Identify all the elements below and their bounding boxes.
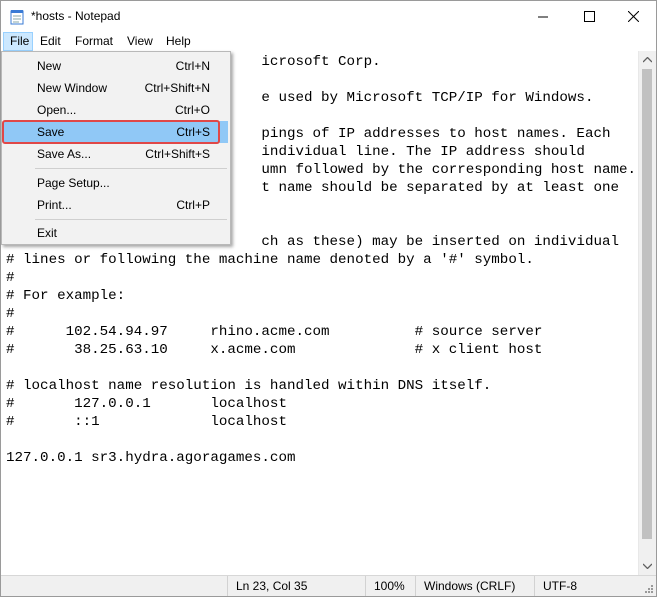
menu-item-shortcut: Ctrl+N <box>175 59 210 73</box>
menu-item-print[interactable]: Print... Ctrl+P <box>4 194 228 216</box>
menu-item-shortcut: Ctrl+P <box>176 198 210 212</box>
cursor-position: Ln 23, Col 35 <box>236 579 308 593</box>
menu-item-label: Open... <box>37 103 77 117</box>
notepad-icon <box>10 10 24 25</box>
resize-grip-icon[interactable] <box>644 584 654 594</box>
menu-item-shortcut: Ctrl+Shift+N <box>144 81 210 95</box>
minimize-button[interactable] <box>520 1 566 32</box>
menu-item-label: Print... <box>37 198 72 212</box>
encoding: UTF-8 <box>543 579 577 593</box>
line-ending: Windows (CRLF) <box>424 579 516 593</box>
menu-separator <box>35 219 227 220</box>
scrollbar-thumb[interactable] <box>642 69 652 539</box>
status-divider <box>534 576 535 596</box>
scroll-down-icon[interactable] <box>643 563 652 569</box>
menu-item-new-window[interactable]: New Window Ctrl+Shift+N <box>4 77 228 99</box>
menu-format[interactable]: Format <box>69 32 119 51</box>
menu-item-shortcut: Ctrl+Shift+S <box>145 147 210 161</box>
menu-edit[interactable]: Edit <box>34 32 67 51</box>
minimize-icon <box>537 16 548 18</box>
menu-item-label: Save As... <box>37 147 92 161</box>
maximize-icon <box>583 11 595 22</box>
menu-item-exit[interactable]: Exit <box>4 222 228 244</box>
menu-item-open[interactable]: Open... Ctrl+O <box>4 99 228 121</box>
vertical-scrollbar[interactable] <box>638 51 656 575</box>
menu-item-label: New <box>37 59 62 73</box>
file-dropdown-menu: New Ctrl+N New Window Ctrl+Shift+N Open.… <box>1 51 231 245</box>
menu-item-label: Exit <box>37 226 58 240</box>
annotation-highlight-box <box>2 120 220 144</box>
menu-item-label: Page Setup... <box>37 176 110 190</box>
status-bar: Ln 23, Col 35 100% Windows (CRLF) UTF-8 <box>1 575 656 596</box>
menu-item-page-setup[interactable]: Page Setup... <box>4 172 228 194</box>
window-title: *hosts - Notepad <box>31 9 121 23</box>
close-button[interactable] <box>610 1 656 32</box>
menu-item-shortcut: Ctrl+O <box>174 103 210 117</box>
menu-item-new[interactable]: New Ctrl+N <box>4 55 228 77</box>
menu-bar: File Edit Format View Help <box>1 32 656 51</box>
maximize-button[interactable] <box>566 1 612 32</box>
close-icon <box>627 11 639 22</box>
menu-file[interactable]: File <box>3 32 33 51</box>
menu-help[interactable]: Help <box>160 32 197 51</box>
status-divider <box>415 576 416 596</box>
zoom-level: 100% <box>374 579 405 593</box>
menu-item-label: New Window <box>37 81 108 95</box>
status-divider <box>227 576 228 596</box>
menu-separator <box>35 168 227 169</box>
scroll-up-icon[interactable] <box>643 57 652 63</box>
menu-view[interactable]: View <box>121 32 159 51</box>
notepad-window: *hosts - Notepad File Edit Format View H… <box>0 0 657 597</box>
menu-item-save-as[interactable]: Save As... Ctrl+Shift+S <box>4 143 228 165</box>
status-divider <box>365 576 366 596</box>
title-bar[interactable]: *hosts - Notepad <box>1 1 656 32</box>
